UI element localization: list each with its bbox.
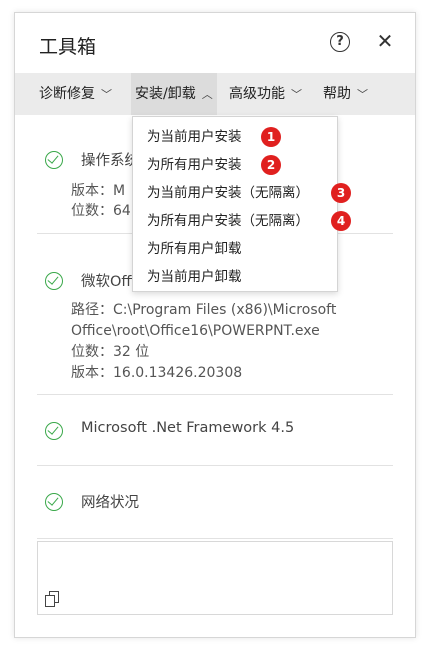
office-version: 版本：16.0.13426.20308 bbox=[71, 365, 243, 381]
menu-advanced-features[interactable]: 高级功能 ﹀ bbox=[229, 73, 302, 115]
step-badge-4: 4 bbox=[331, 211, 351, 231]
network-title: 网络状况 bbox=[81, 495, 139, 511]
close-icon[interactable]: ✕ bbox=[373, 29, 397, 53]
menu-install-uninstall-label: 安装/卸载 bbox=[135, 86, 196, 102]
menu-help[interactable]: 帮助 ﹀ bbox=[323, 73, 368, 115]
step-badge-1: 1 bbox=[261, 127, 281, 147]
section-dotnet: Microsoft .Net Framework 4.5 bbox=[37, 395, 393, 466]
check-icon bbox=[45, 151, 63, 169]
check-icon bbox=[45, 422, 63, 440]
dropdown-item-label: 为所有用户安装 bbox=[147, 157, 242, 173]
menu-diagnose-repair-label: 诊断修复 bbox=[39, 86, 95, 102]
dropdown-item-label: 为所有用户卸载 bbox=[147, 241, 242, 257]
dropdown-item-label: 为当前用户安装 bbox=[147, 129, 242, 145]
dropdown-item-uninstall-all-users[interactable]: 为所有用户卸载 bbox=[147, 235, 242, 263]
help-icon[interactable]: ? bbox=[330, 32, 350, 52]
toolbox-window: 工具箱 ? ✕ 诊断修复 ﹀ 安装/卸载 ︿ 高级功能 ﹀ 帮助 ﹀ 操作系统 版本：M… bbox=[14, 12, 416, 638]
os-bits: 位数：64 bbox=[71, 203, 131, 219]
install-uninstall-dropdown: 为当前用户安装 1 为所有用户安装 2 为当前用户安装（无隔离） 3 为所有用户… bbox=[132, 116, 351, 292]
office-bits: 位数：32 位 bbox=[71, 344, 150, 360]
menu-install-uninstall[interactable]: 安装/卸载 ︿ bbox=[131, 73, 217, 115]
dropdown-item-install-all-users[interactable]: 为所有用户安装 bbox=[147, 151, 242, 179]
title-bar: 工具箱 ? ✕ bbox=[15, 13, 415, 73]
menu-bar: 诊断修复 ﹀ 安装/卸载 ︿ 高级功能 ﹀ 帮助 ﹀ bbox=[15, 73, 415, 115]
check-icon bbox=[45, 272, 63, 290]
check-icon bbox=[45, 493, 63, 511]
section-network: 网络状况 bbox=[37, 466, 393, 539]
dropdown-item-install-current-user-no-isolation[interactable]: 为当前用户安装（无隔离） bbox=[147, 179, 309, 207]
menu-help-label: 帮助 bbox=[323, 86, 351, 102]
dropdown-item-label: 为所有用户安装（无隔离） bbox=[147, 213, 309, 229]
dropdown-item-install-current-user[interactable]: 为当前用户安装 bbox=[147, 123, 242, 151]
chevron-down-icon: ﹀ bbox=[357, 88, 368, 101]
chevron-up-icon: ︿ bbox=[201, 88, 213, 101]
window-title: 工具箱 bbox=[39, 36, 97, 58]
office-path-line1: 路径：C:\Program Files (x86)\Microsoft bbox=[71, 302, 337, 318]
dropdown-item-label: 为当前用户安装（无隔离） bbox=[147, 185, 309, 201]
dropdown-item-label: 为当前用户卸载 bbox=[147, 269, 242, 285]
menu-diagnose-repair[interactable]: 诊断修复 ﹀ bbox=[39, 73, 112, 115]
office-path-line2: Office\root\Office16\POWERPNT.exe bbox=[71, 323, 320, 339]
chevron-down-icon: ﹀ bbox=[101, 88, 112, 101]
copy-icon[interactable] bbox=[44, 590, 62, 608]
menu-advanced-features-label: 高级功能 bbox=[229, 86, 285, 102]
chevron-down-icon: ﹀ bbox=[291, 88, 302, 101]
os-version: 版本：M bbox=[71, 183, 126, 199]
log-output-box[interactable] bbox=[37, 541, 393, 615]
os-title: 操作系统 bbox=[81, 153, 139, 169]
dropdown-item-uninstall-current-user[interactable]: 为当前用户卸载 bbox=[147, 263, 242, 291]
dotnet-title: Microsoft .Net Framework 4.5 bbox=[81, 420, 295, 436]
dropdown-item-install-all-users-no-isolation[interactable]: 为所有用户安装（无隔离） bbox=[147, 207, 309, 235]
step-badge-2: 2 bbox=[261, 155, 281, 175]
step-badge-3: 3 bbox=[331, 183, 351, 203]
